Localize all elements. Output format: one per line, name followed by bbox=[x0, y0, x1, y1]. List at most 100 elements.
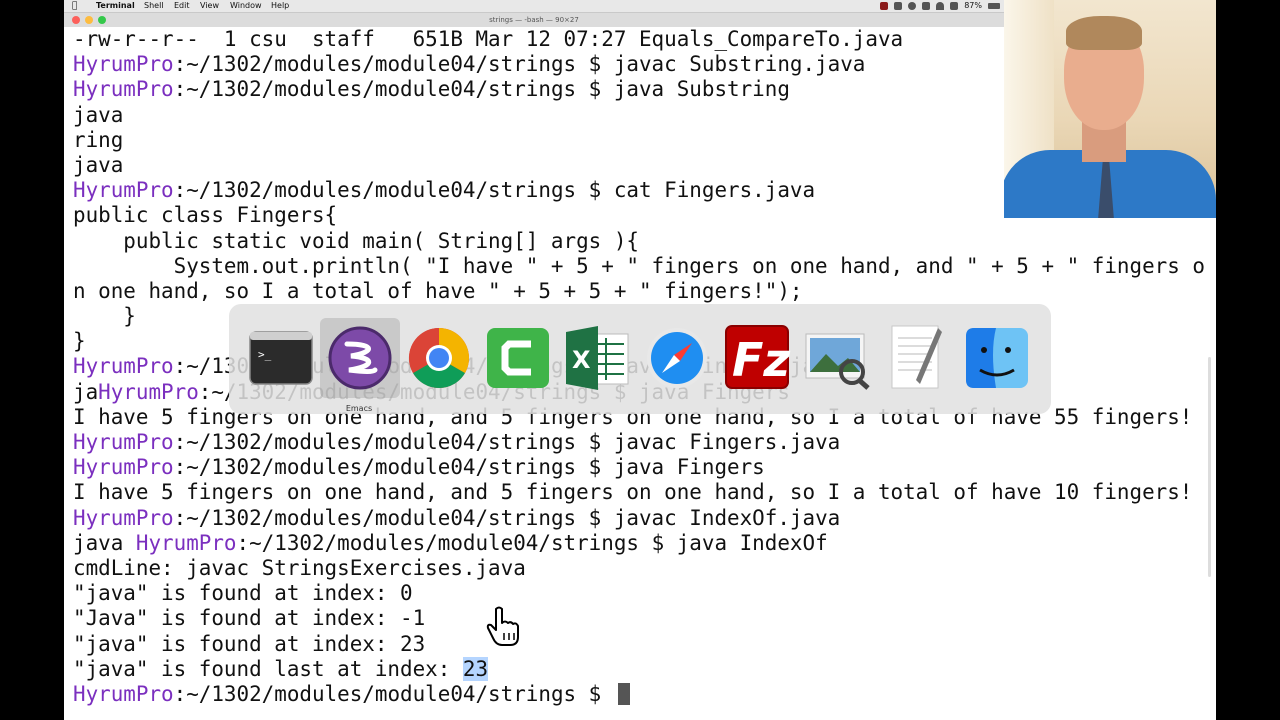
terminal-text: :~/1302/modules/module04/strings $ javac… bbox=[173, 505, 841, 530]
terminal-text: :~/1302/modules/module04/strings $ cat F… bbox=[173, 178, 816, 203]
volume-icon[interactable] bbox=[950, 2, 959, 10]
timemachine-icon[interactable] bbox=[908, 2, 917, 10]
chrome-icon bbox=[408, 328, 470, 389]
prompt-host: HyrumPro bbox=[135, 530, 237, 555]
hand-pointer-icon bbox=[486, 606, 519, 646]
terminal-line: "Java" is found at index: -1 bbox=[73, 606, 1205, 631]
terminal-line: "java" is found at index: 23 bbox=[73, 632, 1205, 657]
terminal-icon: >_ bbox=[249, 331, 313, 385]
display-icon[interactable] bbox=[894, 2, 903, 10]
terminal-line: HyrumPro:~/1302/modules/module04/strings… bbox=[73, 682, 1205, 707]
battery-percent: 87% bbox=[964, 1, 982, 10]
menu-item-edit[interactable]: Edit bbox=[174, 0, 190, 12]
terminal-text: public class Fingers{ bbox=[73, 203, 338, 228]
terminal-line: java HyrumPro:~/1302/modules/module04/st… bbox=[73, 531, 1205, 556]
prompt-host: HyrumPro bbox=[73, 455, 174, 480]
dock-item-camtasia[interactable] bbox=[478, 318, 558, 398]
terminal-text: "java" is found last at index: bbox=[73, 656, 463, 681]
emacs-icon bbox=[328, 326, 392, 390]
prompt-host: HyrumPro bbox=[73, 354, 174, 379]
terminal-text: System.out.println( "I have " + 5 + " fi… bbox=[73, 253, 1205, 278]
wifi-icon[interactable] bbox=[936, 2, 945, 10]
finder-icon bbox=[966, 328, 1028, 388]
terminal-line: "java" is found last at index: 23 bbox=[73, 656, 1205, 682]
dock-item-excel[interactable]: X bbox=[557, 318, 637, 398]
prompt-host: HyrumPro bbox=[73, 178, 174, 203]
terminal-text: java bbox=[73, 102, 124, 127]
selected-text: 23 bbox=[462, 656, 489, 681]
prompt-host: HyrumPro bbox=[73, 77, 174, 102]
preview-icon bbox=[805, 333, 870, 390]
prompt-host: HyrumPro bbox=[73, 430, 174, 454]
dock: >_ X Fz Emacs bbox=[229, 304, 1051, 414]
terminal-text: cmdLine: javac StringsExercises.java bbox=[73, 555, 526, 580]
terminal-line: I have 5 fingers on one hand, and 5 fing… bbox=[73, 480, 1205, 505]
filezilla-icon: Fz bbox=[725, 325, 790, 389]
terminal-line: public static void main( String[] args )… bbox=[73, 229, 1205, 254]
textedit-icon bbox=[891, 325, 942, 389]
terminal-text: } bbox=[73, 329, 86, 354]
terminal-line: HyrumPro:~/1302/modules/module04/strings… bbox=[73, 455, 1205, 480]
prompt-host: HyrumPro bbox=[73, 681, 174, 706]
record-icon[interactable] bbox=[880, 2, 889, 10]
terminal-text: :~/1302/modules/module04/strings $ javac… bbox=[173, 430, 841, 454]
apple-icon[interactable]:  bbox=[72, 0, 77, 12]
terminal-text: :~/1302/modules/module04/strings $ javac… bbox=[173, 52, 866, 77]
terminal-text: :~/1302/modules/module04/strings $ java … bbox=[236, 530, 828, 555]
terminal-text: "Java" is found at index: -1 bbox=[73, 606, 426, 631]
terminal-scrollbar[interactable] bbox=[1208, 357, 1211, 577]
terminal-text: } bbox=[73, 304, 136, 329]
webcam-overlay bbox=[1004, 0, 1216, 218]
terminal-text: "java" is found at index: 23 bbox=[73, 631, 426, 656]
dock-item-textedit[interactable] bbox=[877, 318, 957, 398]
excel-icon: X bbox=[566, 326, 629, 390]
bluetooth-icon[interactable] bbox=[922, 2, 931, 10]
svg-text:X: X bbox=[572, 346, 591, 374]
prompt-host: HyrumPro bbox=[73, 505, 174, 530]
terminal-line: "java" is found at index: 0 bbox=[73, 581, 1205, 606]
presenter-hair bbox=[1066, 16, 1142, 50]
prompt-host: HyrumPro bbox=[98, 379, 199, 404]
window-title: strings — -bash — 90×27 bbox=[489, 16, 579, 24]
menu-item-window[interactable]: Window bbox=[230, 0, 262, 12]
terminal-text: n one hand, so I a total of have " + 5 +… bbox=[73, 278, 803, 303]
menu-item-shell[interactable]: Shell bbox=[144, 0, 164, 12]
menu-item-view[interactable]: View bbox=[200, 0, 219, 12]
terminal-text: :~/1302/modules/module04/strings $ java … bbox=[173, 455, 765, 480]
terminal-line: HyrumPro:~/1302/modules/module04/strings… bbox=[73, 430, 1205, 455]
dock-item-chrome[interactable] bbox=[399, 318, 479, 398]
terminal-line: System.out.println( "I have " + 5 + " fi… bbox=[73, 254, 1205, 279]
menu-item-help[interactable]: Help bbox=[271, 0, 289, 12]
terminal-text: ring bbox=[73, 127, 124, 152]
battery-icon[interactable] bbox=[988, 3, 1000, 9]
terminal-text: I have 5 fingers on one hand, and 5 fing… bbox=[73, 480, 1193, 505]
dock-tooltip-emacs: Emacs bbox=[345, 404, 373, 413]
prompt-host: HyrumPro bbox=[73, 52, 174, 77]
terminal-text: ja bbox=[73, 379, 99, 404]
dock-item-terminal[interactable]: >_ bbox=[241, 318, 321, 398]
terminal-line: cmdLine: javac StringsExercises.java bbox=[73, 556, 1205, 581]
terminal-line: HyrumPro:~/1302/modules/module04/strings… bbox=[73, 506, 1205, 531]
window-titlebar[interactable]: strings — -bash — 90×27 bbox=[64, 13, 1004, 28]
terminal-text: java bbox=[73, 530, 136, 555]
terminal-text: java bbox=[73, 152, 124, 177]
terminal-text: "java" is found at index: 0 bbox=[73, 581, 413, 606]
terminal-text: :~/1302/modules/module04/strings $ bbox=[173, 681, 614, 706]
dock-item-preview[interactable] bbox=[797, 318, 877, 398]
safari-icon bbox=[647, 328, 707, 388]
dock-item-finder[interactable] bbox=[957, 318, 1037, 398]
status-tray: 87% bbox=[880, 0, 1000, 12]
camtasia-icon bbox=[487, 328, 549, 388]
terminal-text: public static void main( String[] args )… bbox=[73, 228, 639, 253]
dock-item-safari[interactable] bbox=[637, 318, 717, 398]
svg-text:>_: >_ bbox=[258, 348, 272, 361]
terminal-text: -rw-r--r-- 1 csu staff 651B Mar 12 07:27… bbox=[73, 27, 904, 51]
svg-text:Fz: Fz bbox=[732, 333, 790, 387]
dock-item-emacs[interactable] bbox=[320, 318, 400, 398]
menu-app-name[interactable]: Terminal bbox=[96, 0, 135, 12]
text-cursor bbox=[617, 682, 630, 705]
menu-bar:  Terminal Shell Edit View Window Help 8… bbox=[64, 0, 1004, 13]
terminal-line: n one hand, so I a total of have " + 5 +… bbox=[73, 279, 1205, 304]
dock-item-filezilla[interactable]: Fz bbox=[717, 318, 797, 398]
terminal-text: :~/1302/modules/module04/strings $ java … bbox=[173, 77, 790, 102]
